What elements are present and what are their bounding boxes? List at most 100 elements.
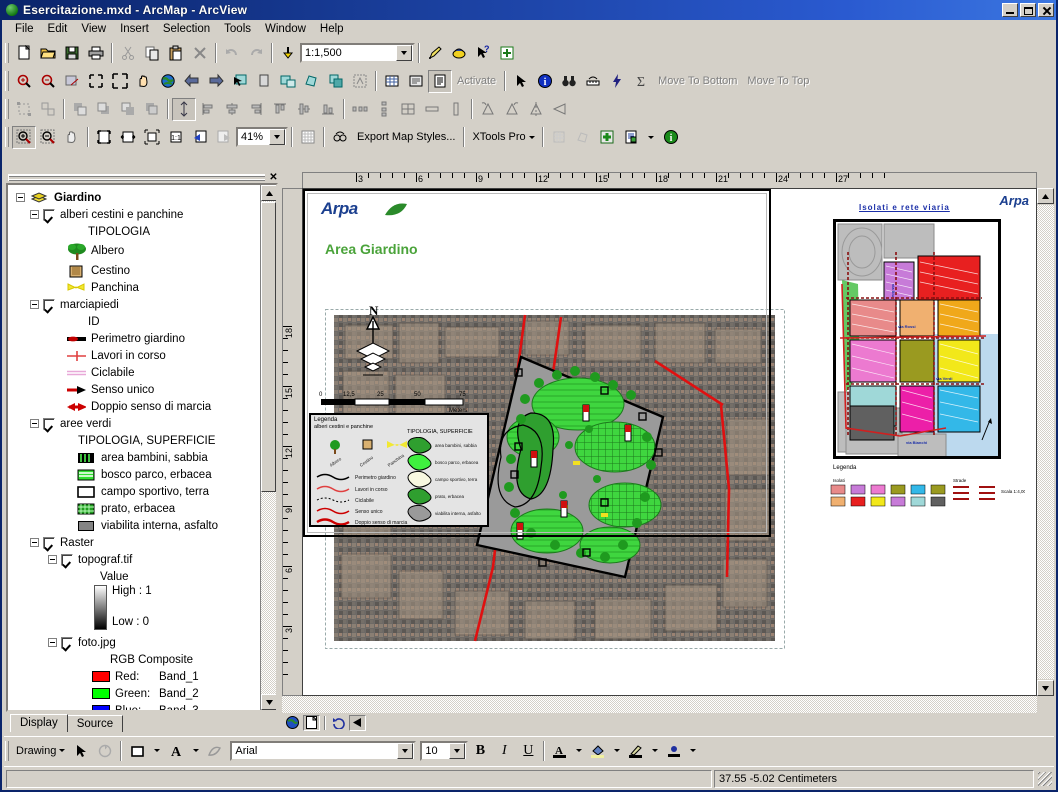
map-element-isolati[interactable]: Arpa Isolati e rete viaria via Rossi via… bbox=[825, 189, 1031, 529]
menu-tools[interactable]: Tools bbox=[217, 21, 258, 37]
zoom-to-selected-icon[interactable] bbox=[140, 126, 164, 149]
expand-collapse-icon[interactable] bbox=[30, 210, 39, 219]
shape-dropdown-icon[interactable] bbox=[149, 739, 164, 762]
add-green-icon[interactable] bbox=[595, 126, 619, 149]
grid-icon[interactable] bbox=[296, 126, 320, 149]
cut-icon[interactable] bbox=[116, 42, 140, 65]
add-layer-icon[interactable] bbox=[495, 42, 519, 65]
layer-row-aree-verdi[interactable]: aree verdi bbox=[14, 415, 259, 432]
legend-item-ciclabile[interactable]: Ciclabile bbox=[14, 364, 259, 381]
legend-item-doppio-senso[interactable]: Doppio senso di marcia bbox=[14, 398, 259, 415]
delete-icon[interactable] bbox=[188, 42, 212, 65]
legend-item-albero[interactable]: Albero bbox=[14, 240, 259, 262]
layer-row-marciapiedi[interactable]: marciapiedi bbox=[14, 296, 259, 313]
toolbar-grip[interactable] bbox=[5, 71, 9, 91]
legend-item-panchina[interactable]: Panchina bbox=[14, 279, 259, 296]
expand-collapse-icon[interactable] bbox=[30, 419, 39, 428]
font-name-combo[interactable]: Arial bbox=[230, 740, 417, 761]
tab-source[interactable]: Source bbox=[66, 715, 124, 732]
expand-collapse-icon[interactable] bbox=[16, 193, 25, 202]
data-view-globe-icon[interactable] bbox=[284, 714, 301, 731]
select-by-poly-icon[interactable] bbox=[300, 70, 324, 93]
chevron-down-icon[interactable] bbox=[396, 45, 412, 61]
band-row-green[interactable]: Green: Band_2 bbox=[14, 685, 259, 702]
expand-collapse-icon[interactable] bbox=[30, 538, 39, 547]
map-scale-combo[interactable]: 1:1,500 bbox=[300, 43, 415, 63]
zoom-page-width-icon[interactable] bbox=[116, 126, 140, 149]
select-by-graphics-icon[interactable] bbox=[324, 70, 348, 93]
legend-item-area-bambini[interactable]: area bambini, sabbia bbox=[14, 449, 259, 466]
copy-icon[interactable] bbox=[140, 42, 164, 65]
toc-close-icon[interactable]: ✕ bbox=[267, 172, 280, 183]
marker-color-icon[interactable] bbox=[662, 739, 686, 762]
editor-icon[interactable] bbox=[423, 42, 447, 65]
vertical-ruler[interactable]: 18 15 12 9 6 3 bbox=[282, 188, 302, 696]
legend-item-viabilita[interactable]: viabilita interna, asfalto bbox=[14, 517, 259, 534]
legend-item-bosco-parco[interactable]: bosco parco, erbacea bbox=[14, 466, 259, 483]
band-row-red[interactable]: Red: Band_1 bbox=[14, 668, 259, 685]
bold-button[interactable]: B bbox=[468, 739, 492, 762]
chevron-down-icon[interactable] bbox=[397, 742, 414, 759]
menu-edit[interactable]: Edit bbox=[41, 21, 75, 37]
zoom-in-icon[interactable] bbox=[12, 70, 36, 93]
scrollbar-thumb[interactable] bbox=[261, 202, 276, 492]
map-styles-icon[interactable] bbox=[447, 42, 471, 65]
group-visibility-checkbox[interactable] bbox=[43, 536, 55, 549]
zoom-last-extent-icon[interactable] bbox=[188, 126, 212, 149]
add-data-icon[interactable] bbox=[276, 42, 300, 65]
drawing-menu[interactable]: Drawing bbox=[12, 743, 69, 759]
toolbar-grip[interactable] bbox=[5, 99, 9, 119]
refresh-icon[interactable] bbox=[330, 714, 347, 731]
layer-row-alberi[interactable]: alberi cestini e panchine bbox=[14, 206, 259, 223]
pause-drawing-icon[interactable] bbox=[349, 714, 366, 731]
save-icon[interactable] bbox=[60, 42, 84, 65]
find-binoculars-icon[interactable] bbox=[557, 70, 581, 93]
pan-rect-icon[interactable] bbox=[60, 70, 84, 93]
toc-scrollbar[interactable] bbox=[260, 185, 276, 710]
menu-window[interactable]: Window bbox=[258, 21, 313, 37]
chevron-down-icon[interactable] bbox=[610, 739, 624, 762]
expand-collapse-icon[interactable] bbox=[48, 555, 57, 564]
fill-color-icon[interactable] bbox=[586, 739, 610, 762]
xtools-pro-menu[interactable]: XTools Pro bbox=[468, 129, 538, 145]
zoom-100-icon[interactable]: 1:1 bbox=[164, 126, 188, 149]
layer-visibility-checkbox[interactable] bbox=[43, 298, 55, 311]
chevron-down-icon[interactable] bbox=[449, 742, 466, 759]
layer-row-foto[interactable]: foto.jpg bbox=[14, 634, 259, 651]
info-icon[interactable]: i bbox=[659, 126, 683, 149]
layer-row-topograf[interactable]: topograf.tif bbox=[14, 551, 259, 568]
tab-display[interactable]: Display bbox=[10, 714, 68, 732]
underline-button[interactable]: U bbox=[516, 739, 540, 762]
expand-collapse-icon[interactable] bbox=[48, 638, 57, 647]
back-extent-icon[interactable] bbox=[180, 70, 204, 93]
toolbar-grip[interactable] bbox=[5, 43, 9, 63]
band-row-blue[interactable]: Blue: Band_3 bbox=[14, 702, 259, 710]
new-text-icon[interactable]: A bbox=[164, 739, 188, 762]
layout-horizontal-scrollbar[interactable] bbox=[282, 696, 1037, 713]
new-document-icon[interactable] bbox=[12, 42, 36, 65]
legend-item-prato[interactable]: prato, erbacea bbox=[14, 500, 259, 517]
data-frame-row[interactable]: Giardino bbox=[14, 189, 259, 206]
attribute-editor-icon[interactable] bbox=[404, 70, 428, 93]
paste-icon[interactable] bbox=[164, 42, 188, 65]
layout-zoom-out-icon[interactable] bbox=[36, 126, 60, 149]
legend-item-cestino[interactable]: Cestino bbox=[14, 262, 259, 279]
export-map-styles-icon[interactable] bbox=[328, 126, 352, 149]
legend-item-perimetro[interactable]: Perimetro giardino bbox=[14, 330, 259, 347]
fixed-zoom-out-icon[interactable] bbox=[108, 70, 132, 93]
legend-item-senso-unico[interactable]: Senso unico bbox=[14, 381, 259, 398]
line-color-icon[interactable] bbox=[624, 739, 648, 762]
layout-pan-icon[interactable] bbox=[60, 126, 84, 149]
layer-visibility-checkbox[interactable] bbox=[61, 636, 73, 649]
chevron-down-icon[interactable] bbox=[269, 129, 285, 145]
print-icon[interactable] bbox=[84, 42, 108, 65]
clear-selection-icon[interactable] bbox=[252, 70, 276, 93]
lightning-icon[interactable] bbox=[605, 70, 629, 93]
layout-vertical-scrollbar[interactable] bbox=[1037, 188, 1054, 696]
layout-zoom-combo[interactable]: 41% bbox=[236, 127, 288, 147]
chevron-down-icon[interactable] bbox=[572, 739, 586, 762]
report-icon[interactable] bbox=[619, 126, 643, 149]
table-icon[interactable] bbox=[380, 70, 404, 93]
sigma-icon[interactable]: Σ bbox=[629, 70, 653, 93]
select-arrow-icon[interactable] bbox=[69, 739, 93, 762]
